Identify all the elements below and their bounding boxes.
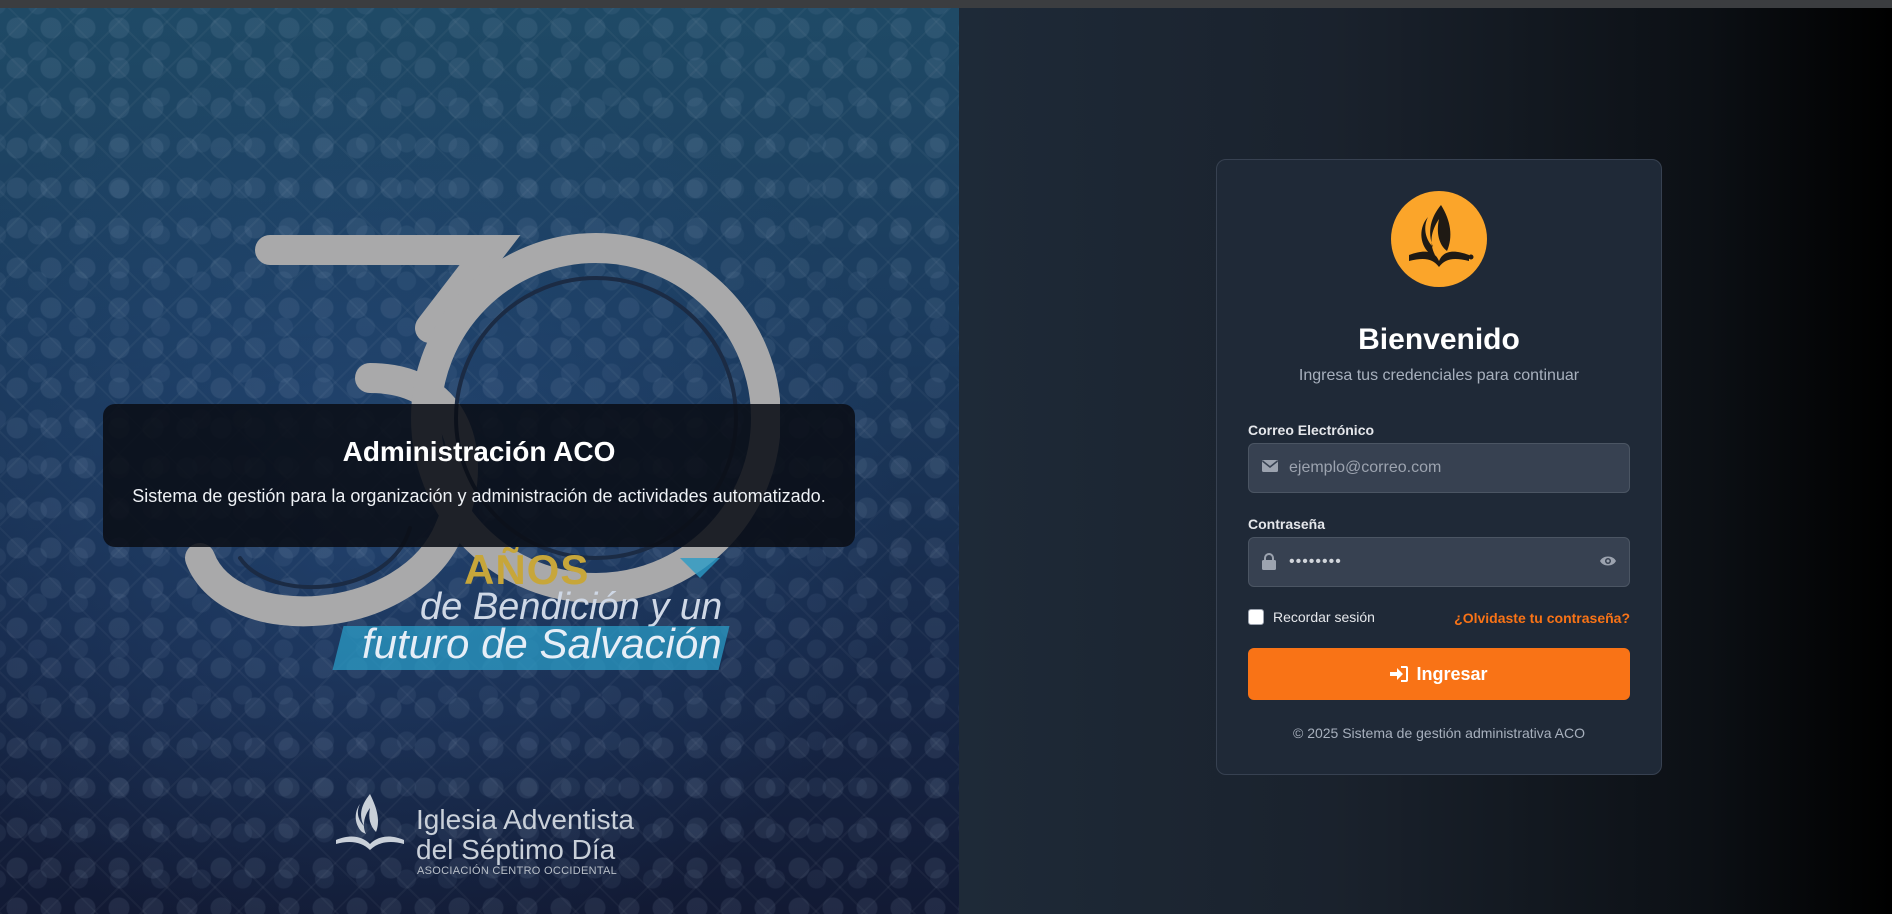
adventist-logo-icon — [336, 794, 404, 850]
login-submit-label: Ingresar — [1416, 663, 1488, 684]
login-footer: © 2025 Sistema de gestión administrativa… — [1292, 725, 1586, 741]
church-conference-name: ASOCIACIÓN CENTRO OCCIDENTAL — [417, 865, 618, 877]
password-label: Contraseña — [1248, 516, 1326, 532]
remember-checkbox[interactable] — [1248, 609, 1264, 625]
login-card: Bienvenido Ingresa tus credenciales para… — [1216, 159, 1662, 775]
password-input[interactable] — [1289, 538, 1589, 586]
hero-description: Sistema de gestión para la organización … — [132, 486, 826, 506]
church-name-line-2: del Séptimo Día — [416, 834, 616, 865]
password-field-wrapper — [1248, 537, 1630, 587]
emblem-line-2: futuro de Salvación — [362, 620, 722, 667]
email-label: Correo Electrónico — [1248, 422, 1375, 438]
hero-info-card: Administración ACO Sistema de gestión pa… — [103, 404, 855, 547]
login-title: Bienvenido — [1358, 323, 1520, 356]
hero-panel: AÑOS de Bendición y un futuro de Salvaci… — [0, 8, 959, 914]
remember-label: Recordar sesión — [1273, 609, 1375, 625]
remember-session[interactable]: Recordar sesión — [1248, 609, 1375, 625]
login-subtitle: Ingresa tus credenciales para continuar — [1298, 367, 1580, 384]
eye-icon[interactable] — [1599, 554, 1617, 568]
email-field-wrapper — [1248, 443, 1630, 493]
email-input[interactable] — [1289, 444, 1589, 492]
forgot-password-link[interactable]: ¿Olvidaste tu contraseña? — [1454, 610, 1630, 626]
church-name-line-1: Iglesia Adventista — [416, 804, 634, 835]
lock-icon — [1262, 553, 1276, 570]
envelope-icon — [1262, 460, 1278, 472]
login-submit-button[interactable]: Ingresar — [1248, 648, 1630, 700]
adventist-flame-logo-icon — [1391, 191, 1487, 287]
sign-in-icon — [1390, 666, 1409, 682]
browser-top-strip — [0, 0, 1892, 8]
hero-title: Administración ACO — [342, 436, 616, 467]
